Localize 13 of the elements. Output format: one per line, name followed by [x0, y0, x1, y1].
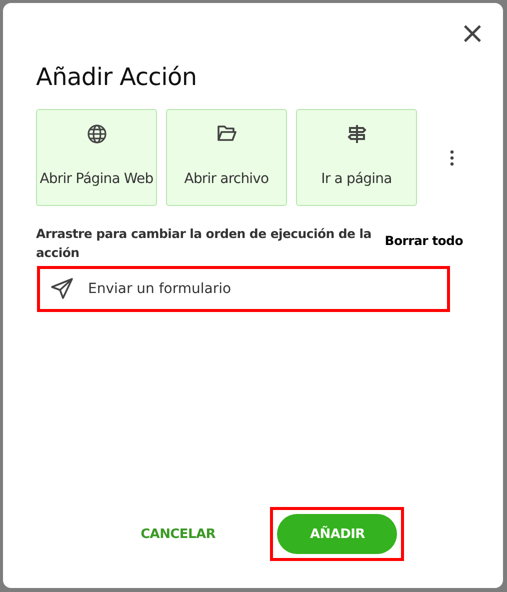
instruction-text: Arrastre para cambiar la orden de ejecución de la acción: [36, 225, 372, 262]
globe-icon: [86, 124, 106, 144]
close-button[interactable]: ×: [460, 20, 485, 48]
folder-icon: [216, 124, 236, 142]
action-type-card[interactable]: Abrir archivo: [166, 109, 287, 206]
cancel-button[interactable]: CANCELAR: [136, 518, 220, 550]
paper-plane-icon: [50, 277, 74, 301]
dialog-title: Añadir Acción: [36, 63, 198, 91]
action-type-card[interactable]: Abrir Página Web: [36, 109, 157, 206]
clear-all-button[interactable]: Borrar todo: [384, 233, 463, 248]
action-type-card[interactable]: Ir a página: [296, 109, 417, 206]
action-list-item[interactable]: Enviar un formulario: [37, 266, 450, 312]
signpost-icon: [346, 124, 366, 144]
